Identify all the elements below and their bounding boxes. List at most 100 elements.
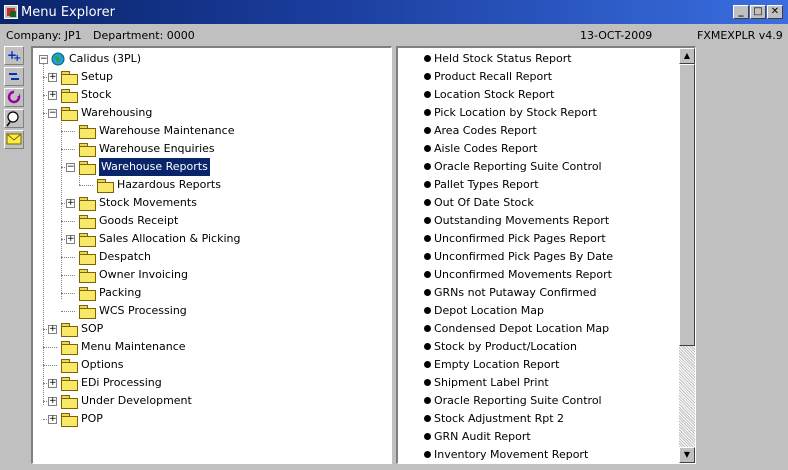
report-item[interactable]: Unconfirmed Pick Pages Report <box>424 230 606 248</box>
tree-item[interactable]: + Stock <box>33 86 373 104</box>
report-item[interactable]: Out Of Date Stock <box>424 194 534 212</box>
tree-root[interactable]: − Calidus (3PL) <box>33 50 373 68</box>
reports-scrollbar[interactable]: ▲ ▼ <box>679 48 695 463</box>
report-item[interactable]: Aisle Codes Report <box>424 140 538 158</box>
folder-icon <box>61 323 78 337</box>
tree-item[interactable]: Owner Invoicing <box>33 266 373 284</box>
expand-all-icon[interactable]: + + <box>4 46 24 65</box>
expand-icon[interactable]: + <box>66 199 75 208</box>
menu-tree-panel[interactable]: − Calidus (3PL) + Setup + Stock − Warehousing Wa… <box>31 46 392 464</box>
side-toolbar: + + <box>4 46 26 151</box>
report-label: Empty Location Report <box>434 358 560 371</box>
report-item[interactable]: Depot Location Map <box>424 302 544 320</box>
report-item[interactable]: Oracle Reporting Suite Control <box>424 392 602 410</box>
tree-item[interactable]: + POP <box>33 410 373 428</box>
report-label: Aisle Codes Report <box>434 142 538 155</box>
tree-item-label: Warehouse Reports <box>99 158 210 176</box>
expand-icon[interactable]: + <box>48 73 57 82</box>
expand-icon[interactable]: + <box>48 325 57 334</box>
tree-item[interactable]: Despatch <box>33 248 373 266</box>
report-item[interactable]: Inventory Movement Report <box>424 446 588 463</box>
tree-item[interactable]: + Setup <box>33 68 373 86</box>
title-bar: Menu Explorer _ □ ✕ <box>0 0 788 24</box>
collapse-icon[interactable]: − <box>48 109 57 118</box>
bullet-icon <box>424 73 431 80</box>
scroll-thumb[interactable] <box>679 64 695 346</box>
report-item[interactable]: Held Stock Status Report <box>424 50 572 68</box>
refresh-icon[interactable] <box>4 88 24 107</box>
folder-icon <box>79 197 96 211</box>
scroll-track[interactable] <box>679 346 695 450</box>
tree-connector <box>79 185 93 186</box>
folder-icon <box>79 143 96 157</box>
tree-item[interactable]: + SOP <box>33 320 373 338</box>
report-item[interactable]: Empty Location Report <box>424 356 560 374</box>
tree-item[interactable]: + Sales Allocation & Picking <box>33 230 373 248</box>
report-item[interactable]: Pick Location by Stock Report <box>424 104 597 122</box>
tree-item[interactable]: + Stock Movements <box>33 194 373 212</box>
folder-icon <box>61 413 78 427</box>
report-label: Pick Location by Stock Report <box>434 106 597 119</box>
tree-item[interactable]: Goods Receipt <box>33 212 373 230</box>
tree-connector <box>61 221 75 222</box>
tree-item-label: Warehouse Maintenance <box>99 124 235 137</box>
report-item[interactable]: GRN Audit Report <box>424 428 531 446</box>
report-item[interactable]: Stock Adjustment Rpt 2 <box>424 410 564 428</box>
expand-icon[interactable]: + <box>48 397 57 406</box>
report-item[interactable]: Shipment Label Print <box>424 374 549 392</box>
tree-item[interactable]: − Warehouse Reports <box>33 158 373 176</box>
bullet-icon <box>424 217 431 224</box>
tree-item[interactable]: Packing <box>33 284 373 302</box>
tree-connector <box>43 347 57 348</box>
department-label: Department: 0000 <box>93 29 195 42</box>
report-label: GRN Audit Report <box>434 430 531 443</box>
scroll-down-button[interactable]: ▼ <box>679 447 695 463</box>
tree-item[interactable]: − Warehousing <box>33 104 373 122</box>
tree-item[interactable]: Menu Maintenance <box>33 338 373 356</box>
expand-icon[interactable]: + <box>66 235 75 244</box>
folder-icon <box>79 161 96 175</box>
tree-item[interactable]: WCS Processing <box>33 302 373 320</box>
minimize-button[interactable]: _ <box>733 5 749 19</box>
folder-icon <box>61 71 78 85</box>
tree-item[interactable]: Options <box>33 356 373 374</box>
tree-item-label: Under Development <box>81 394 192 407</box>
tree-item-label: Despatch <box>99 250 152 263</box>
report-item[interactable]: Oracle Reporting Suite Control <box>424 158 602 176</box>
expand-icon[interactable]: + <box>48 415 57 424</box>
tree-connector <box>61 275 75 276</box>
collapse-all-icon[interactable] <box>4 67 24 86</box>
tree-item[interactable]: + Under Development <box>33 392 373 410</box>
report-item[interactable]: Pallet Types Report <box>424 176 539 194</box>
report-item[interactable]: Area Codes Report <box>424 122 537 140</box>
report-item[interactable]: Stock by Product/Location <box>424 338 577 356</box>
collapse-icon[interactable]: − <box>66 163 75 172</box>
folder-icon <box>61 89 78 103</box>
report-item[interactable]: Outstanding Movements Report <box>424 212 609 230</box>
report-item[interactable]: Unconfirmed Pick Pages By Date <box>424 248 613 266</box>
report-label: Unconfirmed Pick Pages Report <box>434 232 606 245</box>
report-item[interactable]: Unconfirmed Movements Report <box>424 266 612 284</box>
report-label: Stock by Product/Location <box>434 340 577 353</box>
mail-icon[interactable] <box>4 130 24 149</box>
reports-list-panel[interactable]: ▲ ▼ Held Stock Status Report Product Reca… <box>396 46 696 464</box>
tree-item[interactable]: Warehouse Enquiries <box>33 140 373 158</box>
tree-item[interactable]: + EDi Processing <box>33 374 373 392</box>
report-item[interactable]: Condensed Depot Location Map <box>424 320 609 338</box>
report-item[interactable]: GRNs not Putaway Confirmed <box>424 284 596 302</box>
maximize-button[interactable]: □ <box>750 5 766 19</box>
tree-item-label: Warehousing <box>81 106 153 119</box>
tree-item-label: Packing <box>99 286 142 299</box>
tree-item[interactable]: Warehouse Maintenance <box>33 122 373 140</box>
report-label: Oracle Reporting Suite Control <box>434 160 602 173</box>
bullet-icon <box>424 253 431 260</box>
expand-icon[interactable]: + <box>48 379 57 388</box>
search-icon[interactable] <box>4 109 24 128</box>
scroll-up-button[interactable]: ▲ <box>679 48 695 64</box>
expand-icon[interactable]: + <box>48 91 57 100</box>
tree-item[interactable]: Hazardous Reports <box>33 176 373 194</box>
bullet-icon <box>424 289 431 296</box>
report-item[interactable]: Location Stock Report <box>424 86 554 104</box>
report-item[interactable]: Product Recall Report <box>424 68 552 86</box>
close-button[interactable]: ✕ <box>767 5 783 19</box>
